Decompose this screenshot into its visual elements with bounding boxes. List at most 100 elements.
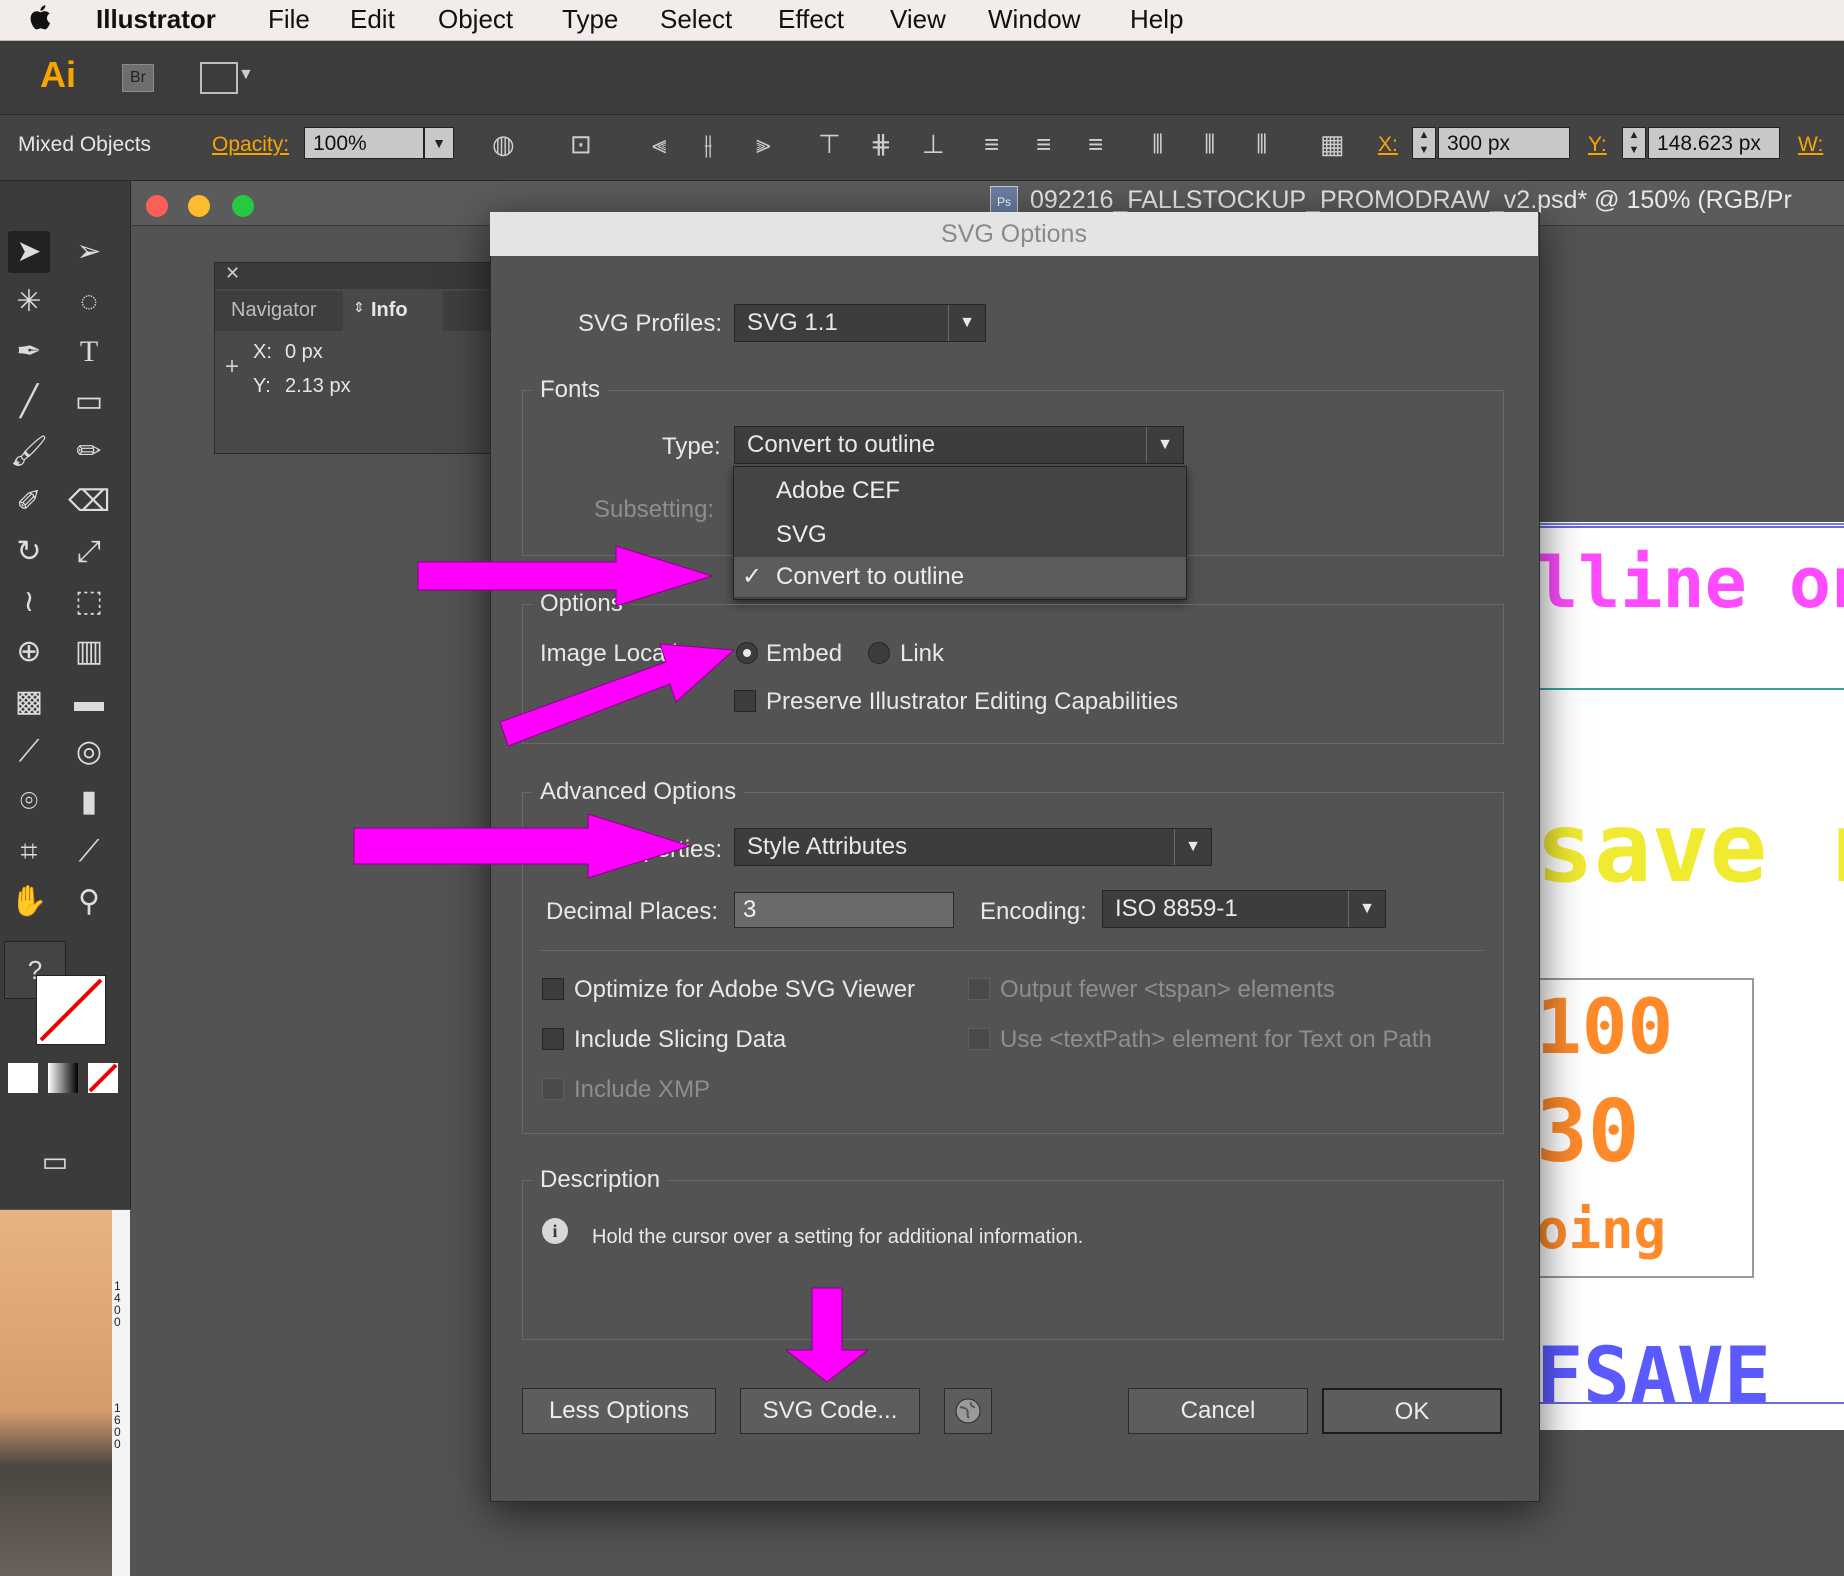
cancel-button[interactable]: Cancel xyxy=(1128,1388,1308,1434)
distribute-right-icon[interactable]: ⦀ xyxy=(1256,129,1267,159)
eraser-tool-icon[interactable]: ⌫ xyxy=(68,481,110,523)
graph-tool-icon[interactable]: ▮ xyxy=(68,781,110,823)
close-panel-icon[interactable]: ✕ xyxy=(225,263,240,284)
menu-effect[interactable]: Effect xyxy=(778,4,844,35)
include-slicing-checkbox[interactable] xyxy=(542,1028,564,1050)
preserve-editing-checkbox[interactable] xyxy=(734,690,756,712)
slice-tool-icon[interactable]: ⟋ xyxy=(68,831,110,873)
width-label[interactable]: W: xyxy=(1798,133,1823,157)
rectangle-tool-icon[interactable]: ▭ xyxy=(68,381,110,423)
option-adobe-cef[interactable]: Adobe CEF xyxy=(734,471,1186,511)
x-coordinate-label[interactable]: X: xyxy=(1378,133,1398,157)
embed-radio[interactable] xyxy=(736,642,758,664)
blob-brush-tool-icon[interactable]: ✐ xyxy=(8,481,50,523)
zoom-window-icon[interactable] xyxy=(232,195,254,217)
distribute-horizontal-center-icon[interactable]: ⦀ xyxy=(1204,129,1215,159)
web-preview-button[interactable] xyxy=(944,1388,992,1434)
y-coordinate-label[interactable]: Y: xyxy=(1588,133,1607,157)
lasso-tool-icon[interactable]: ◌ xyxy=(68,281,110,323)
tab-navigator[interactable]: Navigator xyxy=(231,299,317,322)
screen-mode-icon[interactable]: ▭ xyxy=(34,1141,76,1183)
pencil-tool-icon[interactable]: ✏ xyxy=(68,431,110,473)
bridge-icon[interactable]: Br xyxy=(122,64,154,92)
free-transform-tool-icon[interactable]: ⬚ xyxy=(68,581,110,623)
line-segment-tool-icon[interactable]: ╱ xyxy=(8,381,50,423)
menu-window[interactable]: Window xyxy=(988,4,1080,35)
zoom-tool-icon[interactable]: ⚲ xyxy=(68,881,110,923)
distribute-left-icon[interactable]: ⦀ xyxy=(1152,129,1163,159)
distribute-top-icon[interactable]: ≡ xyxy=(984,129,999,159)
align-vertical-center-icon[interactable]: ⋕ xyxy=(870,129,892,159)
shape-builder-tool-icon[interactable]: ⊕ xyxy=(8,631,50,673)
y-coordinate-field[interactable]: 148.623 px xyxy=(1648,127,1780,159)
blend-tool-icon[interactable]: ◎ xyxy=(68,731,110,773)
artboard-text-100: 100 xyxy=(1536,982,1674,1071)
mesh-tool-icon[interactable]: ▩ xyxy=(8,681,50,723)
color-mode-icon[interactable] xyxy=(8,1063,38,1093)
x-stepper[interactable]: ▲ ▼ xyxy=(1412,127,1436,159)
menu-help[interactable]: Help xyxy=(1130,4,1183,35)
less-options-button[interactable]: Less Options xyxy=(522,1388,716,1434)
width-tool-icon[interactable]: ≀ xyxy=(8,581,50,623)
opacity-field[interactable]: 100% xyxy=(304,127,424,159)
align-right-icon[interactable]: ⫸ xyxy=(756,129,771,159)
menu-illustrator[interactable]: Illustrator xyxy=(96,4,216,35)
link-radio[interactable] xyxy=(868,642,890,664)
type-tool-icon[interactable]: T xyxy=(68,331,110,373)
include-xmp-checkbox[interactable] xyxy=(542,1078,564,1100)
option-convert-to-outline[interactable]: ✓ Convert to outline xyxy=(734,557,1186,597)
align-left-icon[interactable]: ⫷ xyxy=(652,129,667,159)
direct-selection-tool-icon[interactable]: ➢ xyxy=(68,231,110,273)
align-horizontal-center-icon[interactable]: ⫲ xyxy=(704,129,712,159)
decimal-places-field[interactable]: 3 xyxy=(734,892,954,928)
css-properties-select[interactable]: Style Attributes ▼ xyxy=(734,828,1212,866)
encoding-select[interactable]: ISO 8859-1 ▼ xyxy=(1102,890,1386,928)
menu-edit[interactable]: Edit xyxy=(350,4,395,35)
x-coordinate-field[interactable]: 300 px xyxy=(1438,127,1570,159)
menu-file[interactable]: File xyxy=(268,4,310,35)
optimize-svg-viewer-checkbox[interactable] xyxy=(542,978,564,1000)
gradient-mode-icon[interactable] xyxy=(48,1063,78,1093)
stroke-swatch-icon[interactable] xyxy=(36,975,106,1045)
option-svg[interactable]: SVG xyxy=(734,515,1186,555)
textpath-checkbox[interactable] xyxy=(968,1028,990,1050)
font-type-select[interactable]: Convert to outline ▼ xyxy=(734,426,1184,464)
fewer-tspan-checkbox[interactable] xyxy=(968,978,990,1000)
transform-grid-icon[interactable]: ▦ xyxy=(1320,129,1345,159)
svg-code-button[interactable]: SVG Code... xyxy=(740,1388,920,1434)
align-top-icon[interactable]: ⊤ xyxy=(818,129,841,159)
symbol-sprayer-tool-icon[interactable]: ⌾ xyxy=(8,781,50,823)
align-bottom-icon[interactable]: ⊥ xyxy=(922,129,945,159)
ok-button[interactable]: OK xyxy=(1322,1388,1502,1434)
opacity-label[interactable]: Opacity: xyxy=(212,133,289,157)
y-stepper[interactable]: ▲ ▼ xyxy=(1622,127,1646,159)
distribute-vertical-center-icon[interactable]: ≡ xyxy=(1036,129,1051,159)
paintbrush-tool-icon[interactable]: 🖌 xyxy=(8,431,50,473)
chevron-down-icon[interactable]: ▼ xyxy=(238,66,254,84)
menu-select[interactable]: Select xyxy=(660,4,732,35)
distribute-bottom-icon[interactable]: ≡ xyxy=(1088,129,1103,159)
menu-type[interactable]: Type xyxy=(562,4,618,35)
perspective-grid-tool-icon[interactable]: ▥ xyxy=(68,631,110,673)
menu-object[interactable]: Object xyxy=(438,4,513,35)
tab-info[interactable]: Info xyxy=(371,299,408,322)
scale-tool-icon[interactable]: ⤢ xyxy=(68,531,110,573)
pen-tool-icon[interactable]: ✒ xyxy=(8,331,50,373)
magic-wand-tool-icon[interactable]: ✳ xyxy=(8,281,50,323)
menu-view[interactable]: View xyxy=(890,4,946,35)
rotate-tool-icon[interactable]: ↻ xyxy=(8,531,50,573)
eyedropper-tool-icon[interactable]: ⟋ xyxy=(8,731,50,773)
close-window-icon[interactable] xyxy=(146,195,168,217)
hand-tool-icon[interactable]: ✋ xyxy=(8,881,50,923)
minimize-window-icon[interactable] xyxy=(188,195,210,217)
arrange-documents-icon[interactable] xyxy=(200,62,238,94)
svg-profiles-select[interactable]: SVG 1.1 ▼ xyxy=(734,304,986,342)
recolor-artwork-icon[interactable]: ◍ xyxy=(492,129,515,159)
artboard-tool-icon[interactable]: ⌗ xyxy=(8,831,50,873)
gradient-tool-icon[interactable]: ▬ xyxy=(68,681,110,723)
selection-tool-icon[interactable]: ➤ xyxy=(8,231,50,273)
opacity-dropdown-icon[interactable]: ▼ xyxy=(424,127,454,159)
none-mode-icon[interactable] xyxy=(88,1063,118,1093)
transform-reference-icon[interactable]: ⊡ xyxy=(570,129,592,159)
apple-menu-icon[interactable] xyxy=(30,3,54,38)
